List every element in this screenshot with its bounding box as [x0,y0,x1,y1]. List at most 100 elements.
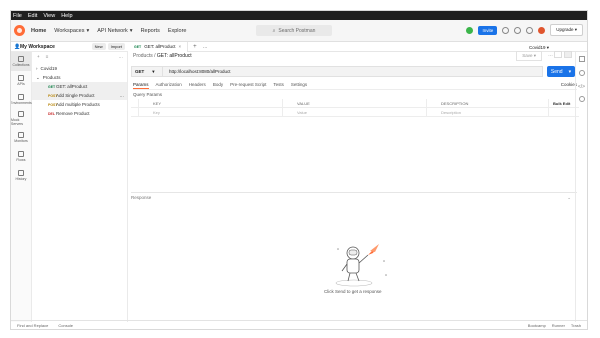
info-icon[interactable] [578,96,585,102]
status-right: Bootcamp Runner Trash [528,323,581,328]
trash-button[interactable]: Trash [571,323,581,328]
sidebar-item-label: Monitors [14,139,28,143]
postman-logo-icon[interactable] [14,25,25,36]
more-icon[interactable]: … [120,93,125,98]
sidebar-item-history[interactable]: History [11,166,31,185]
request-label: GET: allProduct [56,84,88,89]
menu-help[interactable]: Help [61,13,72,19]
request-label: Add multiple Products [56,102,100,107]
chevron-down-icon[interactable]: ⌄ [567,195,571,201]
comment-icon[interactable] [564,51,572,58]
search-input[interactable]: ⌕ Search Postman [256,25,332,36]
filter-icon[interactable]: ≡ [46,54,49,59]
save-button[interactable]: Save ▾ [516,51,542,61]
request-label: Add Single Product [56,93,95,98]
menu-view[interactable]: View [43,13,55,19]
new-button[interactable]: New [91,43,106,50]
sidebar-item-label: Mock Servers [11,118,24,126]
bootcamp-button[interactable]: Bootcamp [528,323,546,328]
nav-api-network[interactable]: API Network ▾ [97,28,132,34]
tab-tests[interactable]: Tests [273,82,284,89]
breadcrumb-parent[interactable]: Products [133,53,153,59]
column-key: KEY [139,98,283,108]
upgrade-button[interactable]: Upgrade ▾ [550,24,583,36]
console-button[interactable]: Console [58,323,73,328]
sidebar-item-label: Flows [16,158,26,162]
bell-icon[interactable] [526,26,534,34]
satellite-icon[interactable] [502,26,510,34]
url-row: GET ▾ http://localhost:8080/allProduct Se… [131,66,575,77]
sidebar-item-label: APIs [17,82,25,86]
invite-button[interactable]: Invite [478,25,498,35]
description-input[interactable]: Description [427,107,549,117]
key-input[interactable]: Key [139,107,283,117]
nav-reports[interactable]: Reports [141,28,160,34]
more-icon[interactable]: … [119,54,124,59]
close-icon[interactable]: × [178,44,181,49]
import-button[interactable]: Import [107,43,125,50]
menu-edit[interactable]: Edit [28,13,37,19]
tree-request-item[interactable]: POST Add multiple Products [32,100,127,109]
nav-workspaces[interactable]: Workspaces ▾ [54,28,89,34]
tree-request-item[interactable]: GET GET: allProduct [32,82,127,91]
chevron-down-icon: ▾ [129,27,133,34]
left-navigation: Collections APIs Environments Mock Serve… [11,52,32,322]
nav-home[interactable]: Home [31,28,46,34]
menu-bar: File Edit View Help [11,11,587,20]
avatar[interactable] [538,26,546,34]
top-right-actions: Invite Upgrade ▾ [466,24,583,36]
url-input[interactable]: http://localhost:8080/allProduct [163,66,543,77]
more-icon[interactable]: … [548,52,553,58]
sidebar-item-environments[interactable]: Environments [10,90,32,109]
tab-body[interactable]: Body [213,82,223,89]
more-icon[interactable]: … [203,44,208,50]
value-input[interactable]: Value [283,107,427,117]
monitors-icon [18,132,24,138]
code-icon[interactable]: </> [576,84,587,90]
response-label: Response [131,195,152,200]
sidebar-item-mock-servers[interactable]: Mock Servers [11,109,31,128]
empty-response-text: Click Send to get a response [324,289,382,294]
tab-settings[interactable]: Settings [291,82,307,89]
send-label: Send [550,68,563,75]
sync-status-icon[interactable] [466,26,474,34]
flows-icon [18,151,24,157]
sidebar-item-flows[interactable]: Flows [11,147,31,166]
tree-request-item[interactable]: DEL Remove Product [32,109,127,118]
new-tab-icon[interactable]: + [193,44,197,50]
tab-get-allproduct[interactable]: GET GET: allProduct × [128,41,189,52]
environment-label: Covid19 [528,45,546,50]
method-badge: GET [48,84,56,89]
sidebar-item-apis[interactable]: APIs [11,71,31,90]
collections-icon [18,56,24,62]
breadcrumb-current[interactable]: GET: allProduct [157,53,192,59]
top-bar: Home Workspaces ▾ API Network ▾ Reports Ex… [11,20,587,42]
documentation-icon[interactable] [578,56,585,62]
tab-method-badge: GET [134,44,142,49]
plus-icon[interactable]: + [37,54,40,59]
find-replace-button[interactable]: Find and Replace [17,323,48,328]
tree-request-item[interactable]: POST Add Single Product… [32,91,127,100]
menu-file[interactable]: File [13,13,22,19]
edit-icon[interactable] [554,51,562,58]
workspace-header: 👤 My Workspace New Import [11,42,128,52]
nav-explore[interactable]: Explore [168,28,187,34]
tab-headers[interactable]: Headers [189,82,206,89]
tab-params[interactable]: Params [133,82,149,89]
tab-pre-request-script[interactable]: Pre-request Script [230,82,266,89]
column-value: VALUE [283,98,427,108]
tree-collection-covid[interactable]: › Covid19 [32,64,127,73]
sidebar-item-monitors[interactable]: Monitors [11,128,31,147]
request-options-tabs: Params Authorization Headers Body Pre-re… [133,82,577,90]
tree-collection-products[interactable]: ⌄ Products [32,73,127,82]
method-badge: POST [48,102,58,107]
comments-icon[interactable] [578,70,585,76]
gear-icon[interactable] [514,26,522,34]
send-button[interactable]: Send ▾ [547,66,575,77]
method-select[interactable]: GET ▾ [131,66,163,77]
sidebar-item-collections[interactable]: Collections [11,52,31,71]
sidebar-item-label: Environments [10,101,32,105]
runner-button[interactable]: Runner [552,323,565,328]
tab-authorization[interactable]: Authorization [156,82,182,89]
tree-toolbar: + ≡ … [32,52,127,61]
